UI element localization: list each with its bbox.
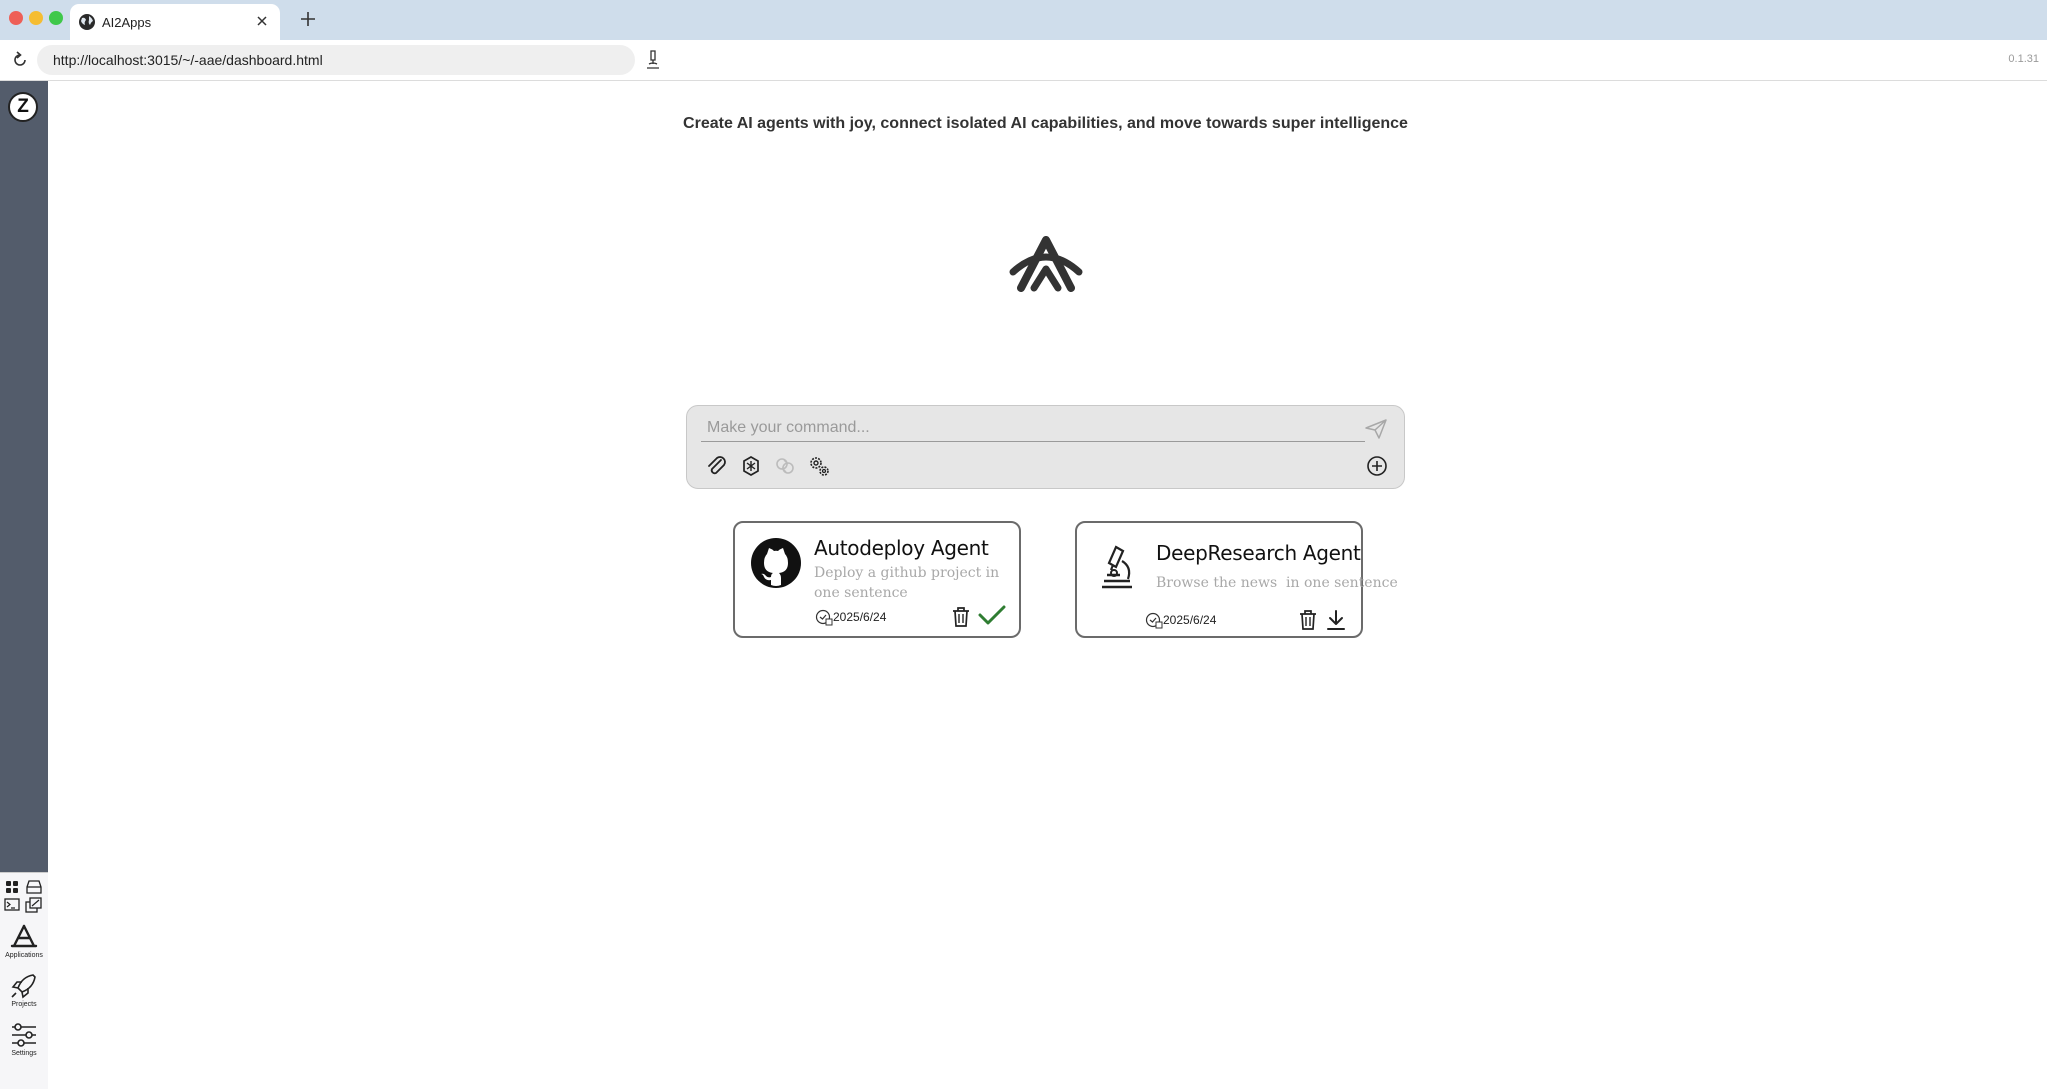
page-tagline: Create AI agents with joy, connect isola…: [683, 115, 1408, 132]
download-icon[interactable]: [1325, 608, 1347, 632]
browser-tab-strip: AI2Apps: [0, 0, 2047, 40]
address-bar: http://localhost:3015/~/-aae/dashboard.h…: [0, 40, 2047, 81]
sidebar-item-label: Settings: [11, 1050, 37, 1057]
close-icon[interactable]: [254, 13, 270, 29]
disk-icon[interactable]: [26, 880, 42, 894]
sidebar-item-settings[interactable]: Settings: [0, 1019, 48, 1067]
url-field[interactable]: http://localhost:3015/~/-aae/dashboard.h…: [37, 45, 635, 75]
window-minimize-button[interactable]: [29, 11, 43, 25]
microscope-icon[interactable]: [643, 49, 663, 71]
sidebar: Z Applications Projects Settings: [0, 81, 48, 1089]
quick-tools-grid: [4, 880, 42, 913]
dashboard-icon[interactable]: [6, 881, 18, 893]
agent-date: 2025/6/24: [1163, 613, 1217, 627]
ai2apps-logo-icon: [1009, 236, 1083, 292]
sidebar-item-label: Applications: [5, 952, 43, 959]
window-close-button[interactable]: [9, 11, 23, 25]
reload-icon[interactable]: [10, 50, 30, 70]
sidebar-item-label: Projects: [11, 1001, 37, 1008]
sliders-icon: [12, 1023, 36, 1047]
ai-model-icon[interactable]: [739, 454, 763, 478]
agent-title: Autodeploy Agent: [814, 536, 989, 560]
calendar-clock-icon: [815, 609, 833, 626]
send-icon[interactable]: [1364, 418, 1388, 440]
agent-description: Browse the news in one sentence: [1156, 575, 1398, 591]
app-version: 0.1.31: [2008, 53, 2039, 65]
agent-card-deepresearch[interactable]: DeepResearch Agent Browse the news in on…: [1075, 521, 1398, 638]
calendar-clock-icon: [1145, 612, 1163, 629]
browser-tab[interactable]: AI2Apps: [70, 4, 280, 40]
app-store-icon: [10, 924, 38, 948]
app-logo[interactable]: Z: [8, 92, 38, 122]
trash-icon[interactable]: [1297, 608, 1319, 632]
globe-icon: [79, 14, 95, 30]
url-text: http://localhost:3015/~/-aae/dashboard.h…: [53, 52, 323, 68]
terminal-icon[interactable]: [4, 898, 20, 911]
command-box: [686, 405, 1405, 489]
agent-description: Deploy a github project in one sentence: [814, 565, 1000, 601]
new-tab-icon[interactable]: [298, 9, 318, 29]
rocket-icon: [11, 974, 36, 999]
agent-date: 2025/6/24: [833, 610, 887, 624]
add-circle-icon[interactable]: [1366, 455, 1388, 477]
trash-icon[interactable]: [950, 605, 972, 629]
github-icon: [751, 538, 801, 588]
window-zoom-button[interactable]: [49, 11, 63, 25]
checkmark-icon: [978, 605, 1006, 625]
command-input[interactable]: [701, 414, 1365, 442]
tab-title: AI2Apps: [102, 15, 152, 30]
gears-icon[interactable]: [807, 454, 831, 478]
connect-icon[interactable]: [773, 454, 797, 478]
microscope-icon: [1102, 545, 1132, 589]
agent-card-autodeploy[interactable]: Autodeploy Agent Deploy a github project…: [733, 521, 1021, 638]
sidebar-bottom-panel: Applications Projects Settings: [0, 872, 48, 1089]
attach-icon[interactable]: [705, 454, 729, 478]
sidebar-item-applications[interactable]: Applications: [0, 921, 48, 969]
sidebar-item-projects[interactable]: Projects: [0, 970, 48, 1018]
edit-files-icon[interactable]: [25, 897, 42, 913]
agent-title: DeepResearch Agent: [1156, 541, 1361, 565]
